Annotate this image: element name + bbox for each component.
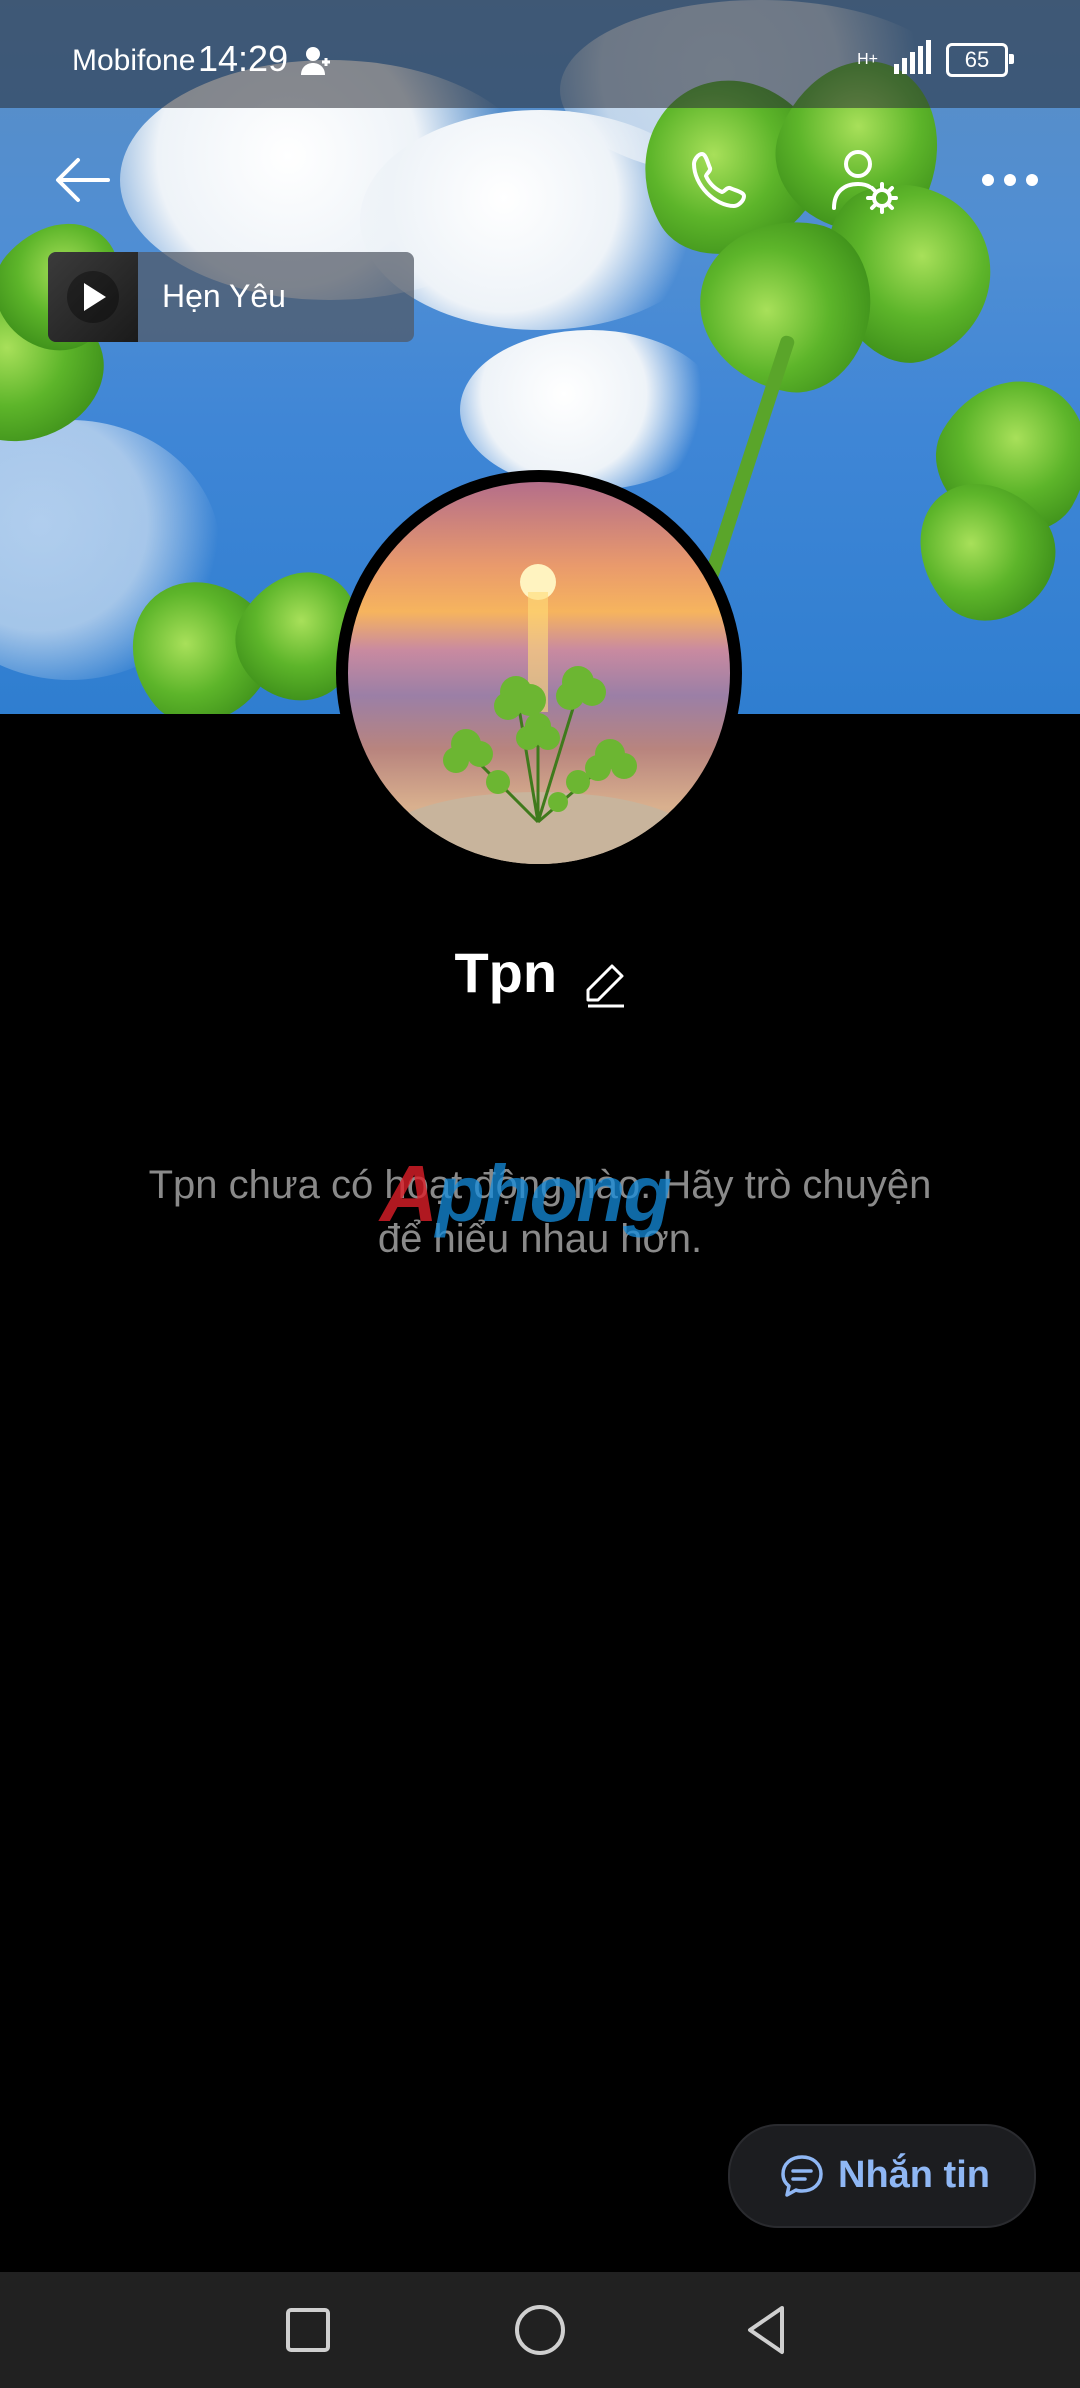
person-add-icon bbox=[300, 46, 334, 81]
system-nav-bar bbox=[0, 2272, 1080, 2388]
call-button[interactable] bbox=[688, 148, 752, 212]
battery-level: 65 bbox=[964, 46, 990, 72]
play-icon bbox=[67, 271, 119, 323]
more-options-button[interactable] bbox=[978, 160, 1042, 200]
arrow-left-icon bbox=[56, 158, 110, 202]
carrier-name: Mobifone bbox=[72, 44, 196, 77]
nav-back-button[interactable] bbox=[738, 2300, 798, 2360]
edit-name-button[interactable] bbox=[586, 962, 626, 1013]
avatar-image bbox=[348, 482, 730, 864]
recent-apps-button[interactable] bbox=[278, 2300, 338, 2360]
back-button[interactable] bbox=[52, 148, 116, 212]
triangle-back-icon bbox=[748, 2306, 784, 2354]
network-type: H+ bbox=[857, 50, 878, 68]
music-title: Hẹn Yêu bbox=[162, 278, 286, 314]
music-cover bbox=[48, 252, 138, 342]
signal-icon bbox=[892, 40, 932, 79]
profile-name-row: Tpn bbox=[0, 940, 1080, 1013]
home-button[interactable] bbox=[510, 2300, 570, 2360]
square-icon bbox=[286, 2308, 330, 2352]
pencil-icon bbox=[586, 964, 624, 1008]
clock: 14:29 bbox=[198, 38, 289, 79]
user-settings-icon bbox=[832, 150, 898, 214]
profile-name: Tpn bbox=[454, 941, 558, 1004]
message-button[interactable]: Nhắn tin bbox=[728, 2124, 1036, 2228]
battery-icon: 65 bbox=[946, 42, 1014, 77]
profile-music-player[interactable]: Hẹn Yêu bbox=[48, 252, 414, 342]
message-button-label: Nhắn tin bbox=[838, 2154, 990, 2196]
status-bar: Mobifone 14:29 H+ 65 bbox=[0, 0, 1080, 108]
profile-settings-button[interactable] bbox=[830, 146, 900, 216]
avatar[interactable] bbox=[336, 470, 742, 876]
circle-icon bbox=[515, 2305, 565, 2355]
phone-icon bbox=[692, 152, 746, 208]
chat-bubble-icon bbox=[780, 2154, 824, 2203]
more-horizontal-icon bbox=[982, 174, 1038, 186]
watermark-logo: Aphong bbox=[380, 1149, 672, 1238]
